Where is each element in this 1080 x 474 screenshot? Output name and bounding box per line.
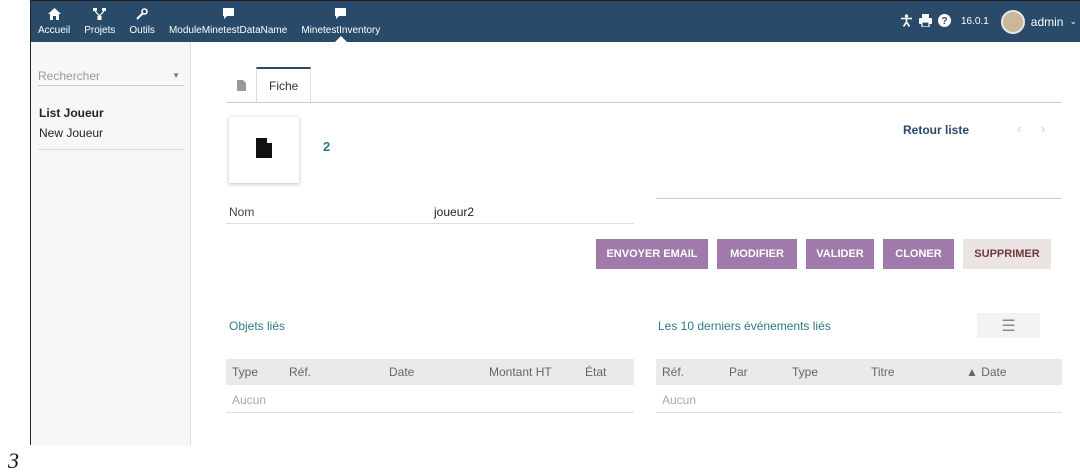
action-buttons: ENVOYER EMAIL MODIFIER VALIDER CLONER SU… [596, 239, 1051, 269]
column-header[interactable]: Type [792, 365, 818, 379]
menu-minetest-inventory[interactable]: MinetestInventory [294, 1, 387, 42]
table-row: Aucun [656, 387, 1062, 413]
svg-text:?: ? [941, 16, 947, 27]
events-title: Les 10 derniers événements liés [658, 319, 831, 333]
column-header[interactable]: Type [232, 365, 258, 379]
chevron-down-icon[interactable]: ⌄ [1069, 16, 1077, 27]
chevron-left-icon[interactable]: ‹ [1017, 121, 1021, 136]
hamburger-menu-icon[interactable]: ☰ [977, 313, 1040, 338]
username-label[interactable]: admin [1031, 15, 1064, 29]
events-header: Réf. Par Type Titre ▲ Date [656, 359, 1062, 385]
sitemap-icon [93, 7, 107, 23]
menu-module-minetest-data-name[interactable]: ModuleMinetestDataName [162, 1, 294, 42]
tab-bar: Fiche [226, 67, 312, 103]
help-icon[interactable]: ? [937, 13, 951, 30]
send-email-button[interactable]: ENVOYER EMAIL [596, 239, 708, 269]
app-window: Accueil Projets Outils ModuleMinetestDat… [30, 0, 1080, 445]
validate-button[interactable]: VALIDER [806, 239, 874, 269]
top-menu-bar: Accueil Projets Outils ModuleMinetestDat… [31, 1, 1080, 42]
chevron-right-icon[interactable]: › [1041, 121, 1045, 136]
empty-text: Aucun [232, 393, 267, 407]
sidebar-item-list-joueur[interactable]: List Joueur [39, 106, 104, 120]
header-divider [656, 198, 1062, 199]
top-right-tools: ? 16.0.1 admin ⌄ [900, 1, 1080, 42]
column-header[interactable]: Réf. [662, 365, 684, 379]
version-label: 16.0.1 [960, 16, 989, 27]
record-thumbnail [229, 117, 299, 183]
modify-button[interactable]: MODIFIER [717, 239, 797, 269]
field-value-nom: joueur2 [434, 205, 475, 219]
file-icon [226, 67, 256, 103]
column-header[interactable]: Montant HT [489, 365, 552, 379]
field-divider [226, 223, 634, 224]
comment-icon [335, 7, 347, 23]
table-row: Aucun [226, 387, 634, 413]
comment-icon [222, 7, 234, 23]
left-sidebar: Rechercher ▼ List Joueur New Joueur [31, 42, 191, 445]
menu-outils[interactable]: Outils [122, 1, 162, 42]
page-marker: 3 [8, 448, 19, 473]
clone-button[interactable]: CLONER [883, 239, 954, 269]
document-icon [256, 137, 272, 163]
wrench-icon [136, 7, 148, 23]
column-header[interactable]: Titre [871, 365, 895, 379]
accessibility-icon[interactable] [900, 13, 913, 30]
column-header[interactable]: Réf. [289, 365, 311, 379]
back-to-list-link[interactable]: Retour liste [903, 123, 969, 137]
tab-fiche[interactable]: Fiche [256, 67, 312, 103]
menu-projets[interactable]: Projets [77, 1, 122, 42]
delete-button[interactable]: SUPPRIMER [963, 239, 1051, 269]
print-icon[interactable] [918, 13, 932, 30]
field-label-nom: Nom [229, 205, 255, 219]
column-header[interactable]: Par [729, 365, 748, 379]
linked-objects-header: Type Réf. Date Montant HT État [226, 359, 634, 385]
linked-objects-title: Objets liés [229, 319, 286, 333]
sidebar-item-new-joueur[interactable]: New Joueur [39, 126, 103, 140]
avatar[interactable] [1000, 9, 1025, 34]
home-icon [47, 7, 61, 23]
search-placeholder: Rechercher [38, 68, 101, 83]
menu-accueil[interactable]: Accueil [31, 1, 77, 42]
column-header[interactable]: Date [389, 365, 414, 379]
column-header[interactable]: ▲ Date [966, 365, 1007, 379]
tab-underline [226, 102, 1062, 103]
empty-text: Aucun [662, 393, 697, 407]
record-ref: 2 [323, 139, 331, 154]
search-select[interactable]: Rechercher ▼ [38, 66, 184, 86]
sidebar-divider [38, 149, 184, 150]
caret-down-icon: ▼ [172, 71, 180, 80]
column-header[interactable]: État [585, 365, 606, 379]
